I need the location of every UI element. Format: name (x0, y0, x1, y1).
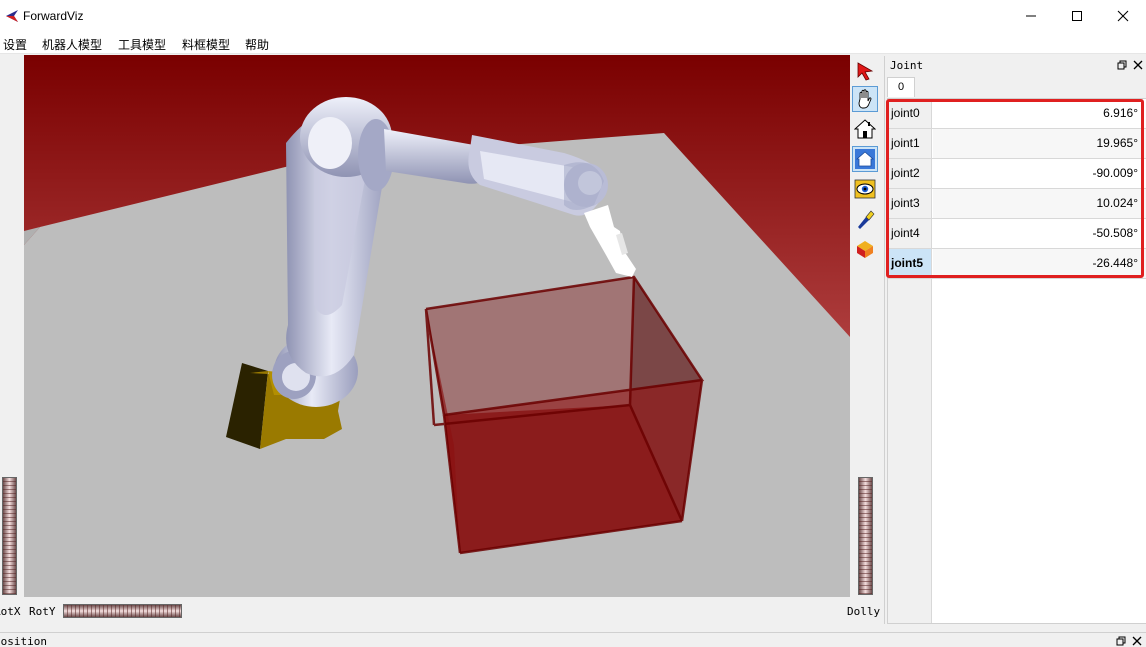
table-row[interactable]: joint3 10.024° (888, 189, 1146, 219)
menu-tool-model[interactable]: 工具模型 (118, 36, 166, 53)
app-logo-icon (6, 10, 18, 22)
dolly-label: Dolly (847, 605, 881, 618)
joint-name[interactable]: joint3 (888, 189, 932, 218)
home-button[interactable] (852, 116, 878, 142)
menu-bin-model[interactable]: 料框模型 (182, 36, 230, 53)
joint-value[interactable]: -50.508° (933, 219, 1146, 248)
position-dock-panel: position (0, 632, 1146, 647)
maximize-button[interactable] (1054, 0, 1100, 32)
set-home-button[interactable] (852, 146, 878, 172)
float-dock-button[interactable] (1114, 634, 1128, 647)
joint-name[interactable]: joint4 (888, 219, 932, 248)
float-window-icon (1117, 60, 1127, 70)
table-row[interactable]: joint1 19.965° (888, 129, 1146, 159)
joint-table: joint0 6.916° joint1 19.965° joint2 -90.… (887, 98, 1146, 624)
float-dock-button[interactable] (1115, 58, 1129, 72)
minimize-button[interactable] (1008, 0, 1054, 32)
close-button[interactable] (1100, 0, 1146, 32)
rotx-wheel[interactable] (2, 477, 17, 595)
projection-toggle-button[interactable] (852, 236, 878, 262)
joint-name[interactable]: joint2 (888, 159, 932, 188)
joint-value[interactable]: 10.024° (933, 189, 1146, 218)
hand-icon (858, 89, 872, 109)
close-icon (1133, 60, 1143, 70)
table-row[interactable]: joint4 -50.508° (888, 219, 1146, 249)
position-dock-title: position (0, 635, 47, 647)
roty-wheel[interactable] (63, 604, 182, 618)
table-row[interactable]: joint0 6.916° (888, 99, 1146, 129)
menu-help[interactable]: 帮助 (245, 36, 269, 53)
float-window-icon (1116, 636, 1126, 646)
minimize-icon (1026, 15, 1036, 17)
joint-dock-titlebar[interactable]: Joint (885, 56, 1146, 76)
view-all-eye-icon (854, 179, 876, 199)
joint-name[interactable]: joint5 (888, 249, 932, 278)
close-dock-button[interactable] (1130, 634, 1144, 647)
menu-settings[interactable]: 设置 (3, 36, 27, 53)
table-row[interactable]: joint5 -26.448° (888, 249, 1146, 279)
view-mode-button[interactable] (852, 86, 878, 112)
close-icon (1132, 636, 1142, 646)
viewer-toolbar (850, 55, 882, 265)
maximize-icon (1072, 11, 1082, 21)
joint-value[interactable]: -90.009° (933, 159, 1146, 188)
joint-value[interactable]: 19.965° (933, 129, 1146, 158)
projection-cube-icon (857, 241, 873, 258)
joint-name[interactable]: joint0 (888, 99, 932, 128)
joint-name[interactable]: joint1 (888, 129, 932, 158)
home-icon (854, 119, 876, 139)
table-row[interactable]: joint2 -90.009° (888, 159, 1146, 189)
view-all-button[interactable] (852, 176, 878, 202)
close-icon (1117, 10, 1129, 22)
seek-flashlight-icon (858, 210, 875, 229)
joint-value[interactable]: 6.916° (933, 99, 1146, 128)
joint-value[interactable]: -26.448° (933, 249, 1146, 278)
rotx-label: RotX (0, 605, 21, 618)
window-title: ForwardViz (23, 9, 84, 23)
joint-tab-0[interactable]: 0 (887, 77, 915, 97)
close-dock-button[interactable] (1131, 58, 1145, 72)
roty-label: RotY (29, 605, 56, 618)
menu-robot-model[interactable]: 机器人模型 (42, 36, 102, 53)
scene-render (24, 55, 850, 597)
select-mode-button[interactable] (852, 58, 878, 84)
set-home-icon (855, 149, 875, 169)
pointer-arrow-icon (857, 62, 874, 81)
dolly-wheel[interactable] (858, 477, 873, 595)
menu-bar: 设置 机器人模型 工具模型 料框模型 帮助 (0, 32, 1146, 54)
joint-dock-panel: Joint 0 joint0 6.916° joint1 19.965° joi… (884, 56, 1146, 624)
3d-viewport[interactable] (24, 55, 850, 597)
joint-dock-title: Joint (890, 59, 924, 72)
title-bar: ForwardViz (0, 0, 1146, 32)
seek-button[interactable] (852, 206, 878, 232)
